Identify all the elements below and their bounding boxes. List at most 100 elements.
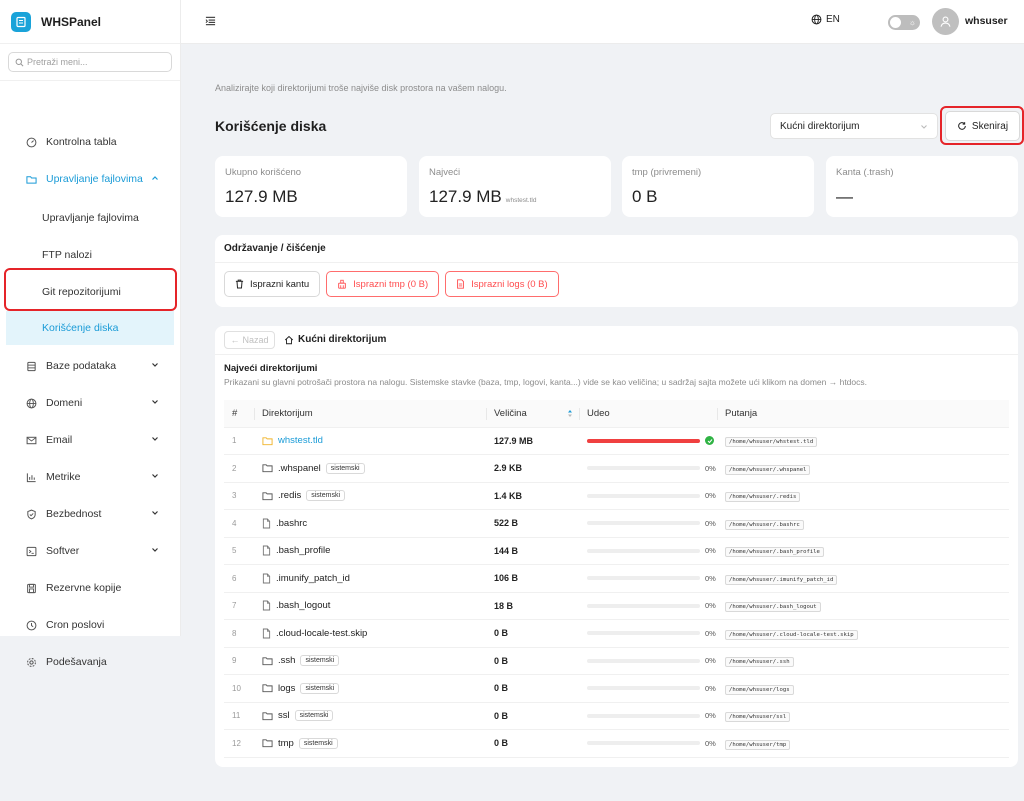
- maintenance-title: Održavanje / čišćenje: [215, 235, 1018, 263]
- share-bar: 0%: [587, 491, 717, 500]
- table-row[interactable]: 12 tmp sistemski 0 B 0% /home/whsuser/tmp: [224, 729, 1009, 758]
- sidebar-item-kontrolna-tabla[interactable]: Kontrolna tabla: [0, 126, 181, 158]
- empty-trash-button[interactable]: Isprazni kantu: [224, 271, 321, 297]
- directory-cell: .bashrc: [254, 509, 486, 538]
- path-code: /home/whsuser/.ssh: [725, 657, 794, 668]
- path-cell: /home/whsuser/whstest.tld: [717, 427, 1009, 455]
- table-row[interactable]: 1 whstest.tld 127.9 MB/home/whsuser/whstes…: [224, 427, 1009, 455]
- back-button[interactable]: ← Nazad: [224, 331, 275, 349]
- share-cell: 0%: [579, 482, 717, 510]
- folder-icon: [25, 173, 37, 185]
- gear-icon: [25, 656, 37, 668]
- sidebar-item-domeni[interactable]: Domeni: [0, 387, 181, 419]
- folder-icon: [262, 657, 273, 665]
- sidebar-item-rezervne-kopije[interactable]: Rezervne kopije: [0, 572, 181, 604]
- sidebar-subitem-ftp-nalozi[interactable]: FTP nalozi: [0, 239, 181, 271]
- share-cell: 0%: [579, 702, 717, 730]
- sort-icon[interactable]: [567, 409, 573, 418]
- directory-select[interactable]: Kućni direktorijum: [770, 113, 938, 139]
- table-row[interactable]: 7 .bash_logout 18 B 0% /home/whsuser/.bash_l…: [224, 592, 1009, 620]
- table-row[interactable]: 9 .ssh sistemski 0 B 0% /home/whsuser/.ssh: [224, 647, 1009, 675]
- size-cell: 106 B: [486, 564, 579, 593]
- column-header-path: Putanja: [717, 400, 1009, 428]
- sidebar-subitem-upravljanje-fajlovima[interactable]: Upravljanje fajlovima: [0, 202, 181, 234]
- table-row[interactable]: 3 .redis sistemski 1.4 KB 0% /home/whsuser/.r…: [224, 482, 1009, 510]
- stat-card-largest: Najveći 127.9 MB whstest.tld: [419, 156, 611, 217]
- directory-cell: ssl sistemski: [254, 702, 486, 730]
- path-cell: /home/whsuser/logs: [717, 674, 1009, 703]
- share-cell: [579, 427, 717, 455]
- system-tag: sistemski: [300, 682, 340, 694]
- size-cell: 127.9 MB: [486, 427, 579, 455]
- backup-icon: [25, 582, 37, 594]
- share-bar-track: [587, 493, 700, 498]
- directory-name: .cloud-locale-test.skip: [276, 627, 368, 639]
- table-row[interactable]: 2 .whspanel sistemski 2.9 KB 0% /home/whsuser…: [224, 454, 1009, 483]
- globe-icon: [25, 397, 37, 409]
- table-row[interactable]: 10 logs sistemski 0 B 0% /home/whsuser/logs: [224, 674, 1009, 703]
- share-cell: 0%: [579, 537, 717, 565]
- directory-name[interactable]: whstest.tld: [278, 435, 323, 446]
- chevron-down-icon: [152, 474, 158, 478]
- brand[interactable]: WHSPanel: [0, 0, 180, 44]
- row-number: 11: [224, 702, 254, 730]
- empty-tmp-button[interactable]: Isprazni tmp (0 B): [326, 271, 440, 297]
- username[interactable]: whsuser: [965, 15, 1008, 27]
- share-bar-fill: [587, 438, 700, 443]
- sidebar-item-email[interactable]: Email: [0, 424, 181, 456]
- sidebar-item-podesavanja[interactable]: Podešavanja: [0, 646, 181, 678]
- share-bar: 0%: [587, 464, 717, 473]
- table-row[interactable]: 11 ssl sistemski 0 B 0% /home/whsuser/ssl: [224, 702, 1009, 730]
- clock-icon: [25, 619, 37, 631]
- table-row[interactable]: 8 .cloud-locale-test.skip 0 B 0% /home/whsus…: [224, 619, 1009, 648]
- stat-value: 127.9 MB: [225, 187, 397, 207]
- chevron-down-icon: [921, 125, 927, 129]
- sidebar-search-input[interactable]: Pretraži meni...: [8, 52, 172, 72]
- sidebar-item-cron-poslovi[interactable]: Cron poslovi: [0, 609, 181, 641]
- stat-value: 0 B: [632, 187, 804, 207]
- share-bar-track: [587, 603, 700, 608]
- sidebar-item-label: FTP nalozi: [42, 249, 92, 261]
- directory-browser-card: ← Nazad Kućni direktorijum Najveći direk…: [215, 326, 1018, 767]
- table-row[interactable]: 4 .bashrc 522 B 0% /home/whsuser/.bashrc: [224, 509, 1009, 538]
- sidebar-item-metrike[interactable]: Metrike: [0, 461, 181, 493]
- row-number: 3: [224, 482, 254, 510]
- share-cell: 0%: [579, 509, 717, 538]
- share-bar-track: [587, 686, 700, 691]
- sidebar-subitem-koriscenje-diska[interactable]: Korišćenje diska: [6, 311, 174, 345]
- size-cell: 0 B: [486, 729, 579, 758]
- table-row[interactable]: 6 .imunify_patch_id 106 B 0% /home/whsuser/.…: [224, 564, 1009, 593]
- chevron-up-icon: [152, 176, 158, 180]
- share-bar-track: [587, 631, 700, 636]
- sidebar-item-baze-podataka[interactable]: Baze podataka: [0, 350, 181, 382]
- share-percent: 0%: [705, 573, 716, 583]
- menu-toggle-icon[interactable]: [205, 16, 216, 26]
- share-cell: 0%: [579, 592, 717, 620]
- avatar[interactable]: [932, 8, 959, 35]
- sidebar-item-softver[interactable]: Softver: [0, 535, 181, 567]
- path-code: /home/whsuser/.cloud-locale-test.skip: [725, 629, 858, 640]
- directory-cell[interactable]: whstest.tld: [254, 427, 486, 455]
- empty-logs-button[interactable]: Isprazni logs (0 B): [445, 271, 559, 297]
- stat-card-trash: Kanta (.trash) —: [826, 156, 1018, 217]
- sidebar-item-bezbednost[interactable]: Bezbednost: [0, 498, 181, 530]
- home-icon: [284, 335, 294, 344]
- sidebar-item-label: Upravljanje fajlovima: [42, 212, 139, 224]
- stat-label: Ukupno korišćeno: [225, 167, 302, 178]
- chart-icon: [25, 471, 37, 483]
- column-header-size[interactable]: Veličina: [486, 400, 579, 428]
- table-row[interactable]: 5 .bash_profile 144 B 0% /home/whsuser/.bash…: [224, 537, 1009, 565]
- sidebar: WHSPanel Pretraži meni... Kontrolna tabl…: [0, 0, 181, 668]
- path-code: /home/whsuser/.whspanel: [725, 464, 811, 475]
- chevron-down-icon: [152, 548, 158, 552]
- page-intro: Analizirajte koji direktorijumi troše na…: [215, 83, 507, 93]
- stat-value-text: 127.9 MB: [429, 187, 502, 206]
- theme-toggle[interactable]: ☼: [888, 15, 920, 30]
- brand-name: WHSPanel: [41, 14, 102, 29]
- sidebar-item-upravljanje-fajlovima[interactable]: Upravljanje fajlovima: [0, 163, 181, 195]
- share-percent: 0%: [705, 601, 716, 611]
- share-cell: 0%: [579, 674, 717, 703]
- row-number: 2: [224, 454, 254, 483]
- language-switcher[interactable]: EN: [811, 14, 840, 25]
- column-header-number: #: [224, 400, 254, 428]
